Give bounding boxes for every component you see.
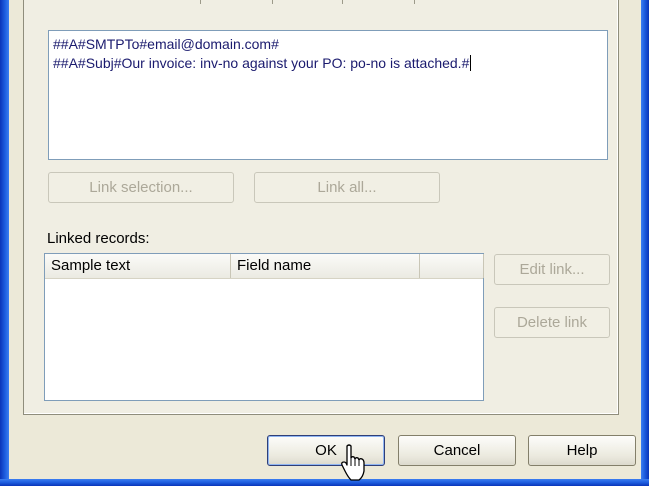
column-header-extra[interactable]	[420, 254, 484, 278]
column-header-field-name[interactable]: Field name	[231, 254, 420, 278]
window-frame-left	[0, 0, 9, 486]
editor-line-active: ##A#Subj#Our invoice: inv-no against you…	[53, 55, 472, 71]
delete-link-button[interactable]: Delete link	[494, 307, 610, 338]
hand-pointer-cursor-icon	[341, 444, 365, 481]
link-all-button[interactable]: Link all...	[254, 172, 440, 203]
cancel-button[interactable]: Cancel	[398, 435, 516, 466]
text-caret	[470, 55, 472, 71]
column-header-sample-text[interactable]: Sample text	[45, 254, 231, 278]
linked-records-label: Linked records:	[47, 230, 150, 247]
ok-button[interactable]: OK	[267, 435, 385, 466]
tab-strip-edge	[0, 0, 420, 4]
window-frame-bottom	[0, 479, 649, 486]
list-header: Sample text Field name	[45, 254, 484, 279]
edit-link-button[interactable]: Edit link...	[494, 254, 610, 285]
help-button[interactable]: Help	[528, 435, 636, 466]
link-selection-button[interactable]: Link selection...	[48, 172, 234, 203]
window-frame-right	[641, 0, 649, 486]
tag-text-editor[interactable]: ##A#SMTPTo#email@domain.com# ##A#Subj#Ou…	[48, 30, 608, 160]
editor-line: ##A#SMTPTo#email@domain.com#	[53, 36, 279, 52]
linked-records-list[interactable]: Sample text Field name	[44, 253, 484, 401]
